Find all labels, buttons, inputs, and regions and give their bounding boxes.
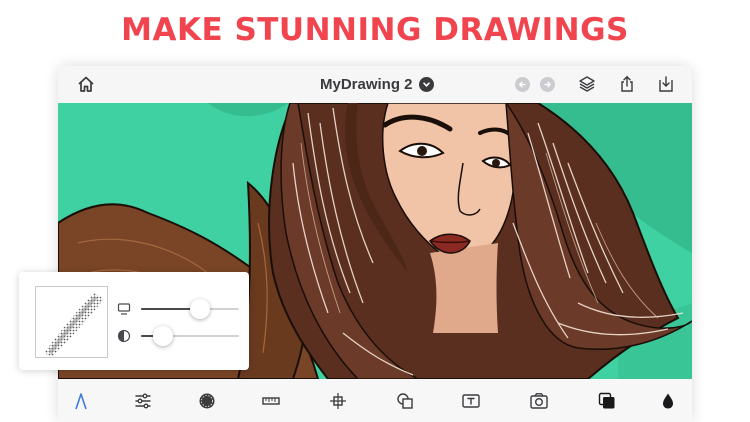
home-button[interactable] — [74, 72, 98, 96]
document-title-button[interactable]: MyDrawing 2 — [320, 72, 434, 96]
top-bar: MyDrawing 2 — [58, 66, 692, 103]
brush-stroke-preview — [44, 293, 104, 357]
tool-text[interactable] — [459, 389, 483, 413]
chevron-down-icon — [418, 76, 434, 92]
tool-transform[interactable] — [326, 389, 350, 413]
size-icon — [117, 303, 131, 315]
tool-ruler[interactable] — [259, 389, 283, 413]
tool-color[interactable] — [195, 389, 219, 413]
adjustments-icon — [135, 393, 151, 409]
tool-camera[interactable] — [527, 389, 551, 413]
opacity-icon — [117, 329, 131, 343]
opacity-slider[interactable] — [141, 326, 239, 346]
brush-settings-panel — [19, 272, 249, 370]
tool-fill[interactable] — [656, 389, 680, 413]
opacity-slider-row — [117, 325, 239, 347]
redo-icon — [544, 81, 552, 88]
color-wheel-icon — [199, 393, 215, 409]
undo-icon — [518, 81, 526, 88]
tool-layers[interactable] — [595, 389, 619, 413]
share-button[interactable] — [615, 72, 639, 96]
fill-drop-icon — [663, 393, 673, 409]
shapes-icon — [397, 393, 413, 409]
size-slider-row — [117, 298, 239, 320]
headline: MAKE STUNNING DRAWINGS — [121, 12, 629, 48]
brush-icon — [75, 393, 87, 410]
download-icon — [659, 76, 673, 92]
tool-shapes[interactable] — [393, 389, 417, 413]
redo-button[interactable] — [540, 77, 555, 92]
share-icon — [621, 75, 633, 92]
camera-icon — [530, 393, 548, 409]
transform-icon — [330, 393, 346, 409]
opacity-slider-thumb[interactable] — [152, 326, 173, 346]
bottom-toolbar — [58, 379, 692, 422]
brush-preview[interactable] — [35, 286, 108, 358]
tool-brush[interactable] — [69, 389, 93, 413]
undo-button[interactable] — [515, 77, 530, 92]
layers-button[interactable] — [575, 72, 599, 96]
tool-adjustments[interactable] — [131, 389, 155, 413]
size-slider[interactable] — [141, 299, 239, 319]
layers-icon — [579, 76, 595, 92]
size-slider-thumb[interactable] — [189, 299, 210, 319]
home-icon — [78, 76, 94, 92]
document-title: MyDrawing 2 — [320, 75, 413, 93]
layers-stack-icon — [598, 392, 615, 409]
text-icon — [462, 394, 480, 408]
download-button[interactable] — [654, 72, 678, 96]
ruler-icon — [262, 397, 280, 405]
